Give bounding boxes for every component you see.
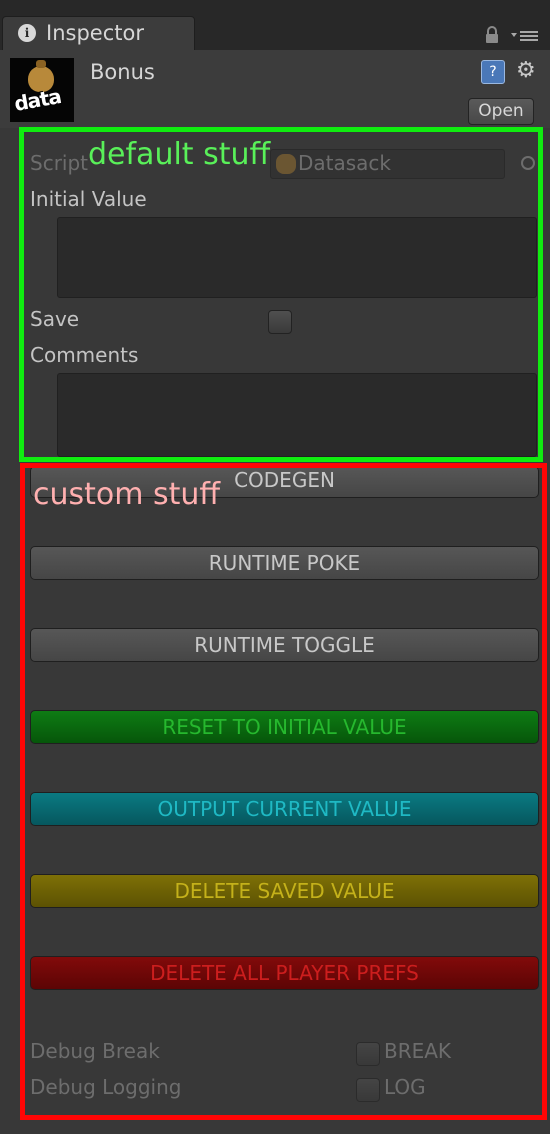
info-icon: i [18, 24, 36, 42]
lock-icon[interactable] [484, 26, 500, 44]
asset-icon-text: data [12, 84, 63, 116]
menu-icon[interactable] [510, 28, 540, 42]
help-book-icon[interactable]: ? [481, 60, 505, 84]
asset-title: Bonus [90, 60, 155, 84]
datasack-icon: data [10, 58, 74, 122]
default-stuff-highlight-box [19, 127, 543, 462]
custom-stuff-highlight-box [20, 463, 547, 1120]
tab-inspector-label: Inspector [46, 21, 144, 45]
gear-icon[interactable]: ⚙ [516, 58, 536, 83]
default-stuff-annotation: default stuff [88, 137, 271, 172]
open-button[interactable]: Open [468, 98, 534, 125]
custom-stuff-annotation: custom stuff [33, 477, 221, 512]
